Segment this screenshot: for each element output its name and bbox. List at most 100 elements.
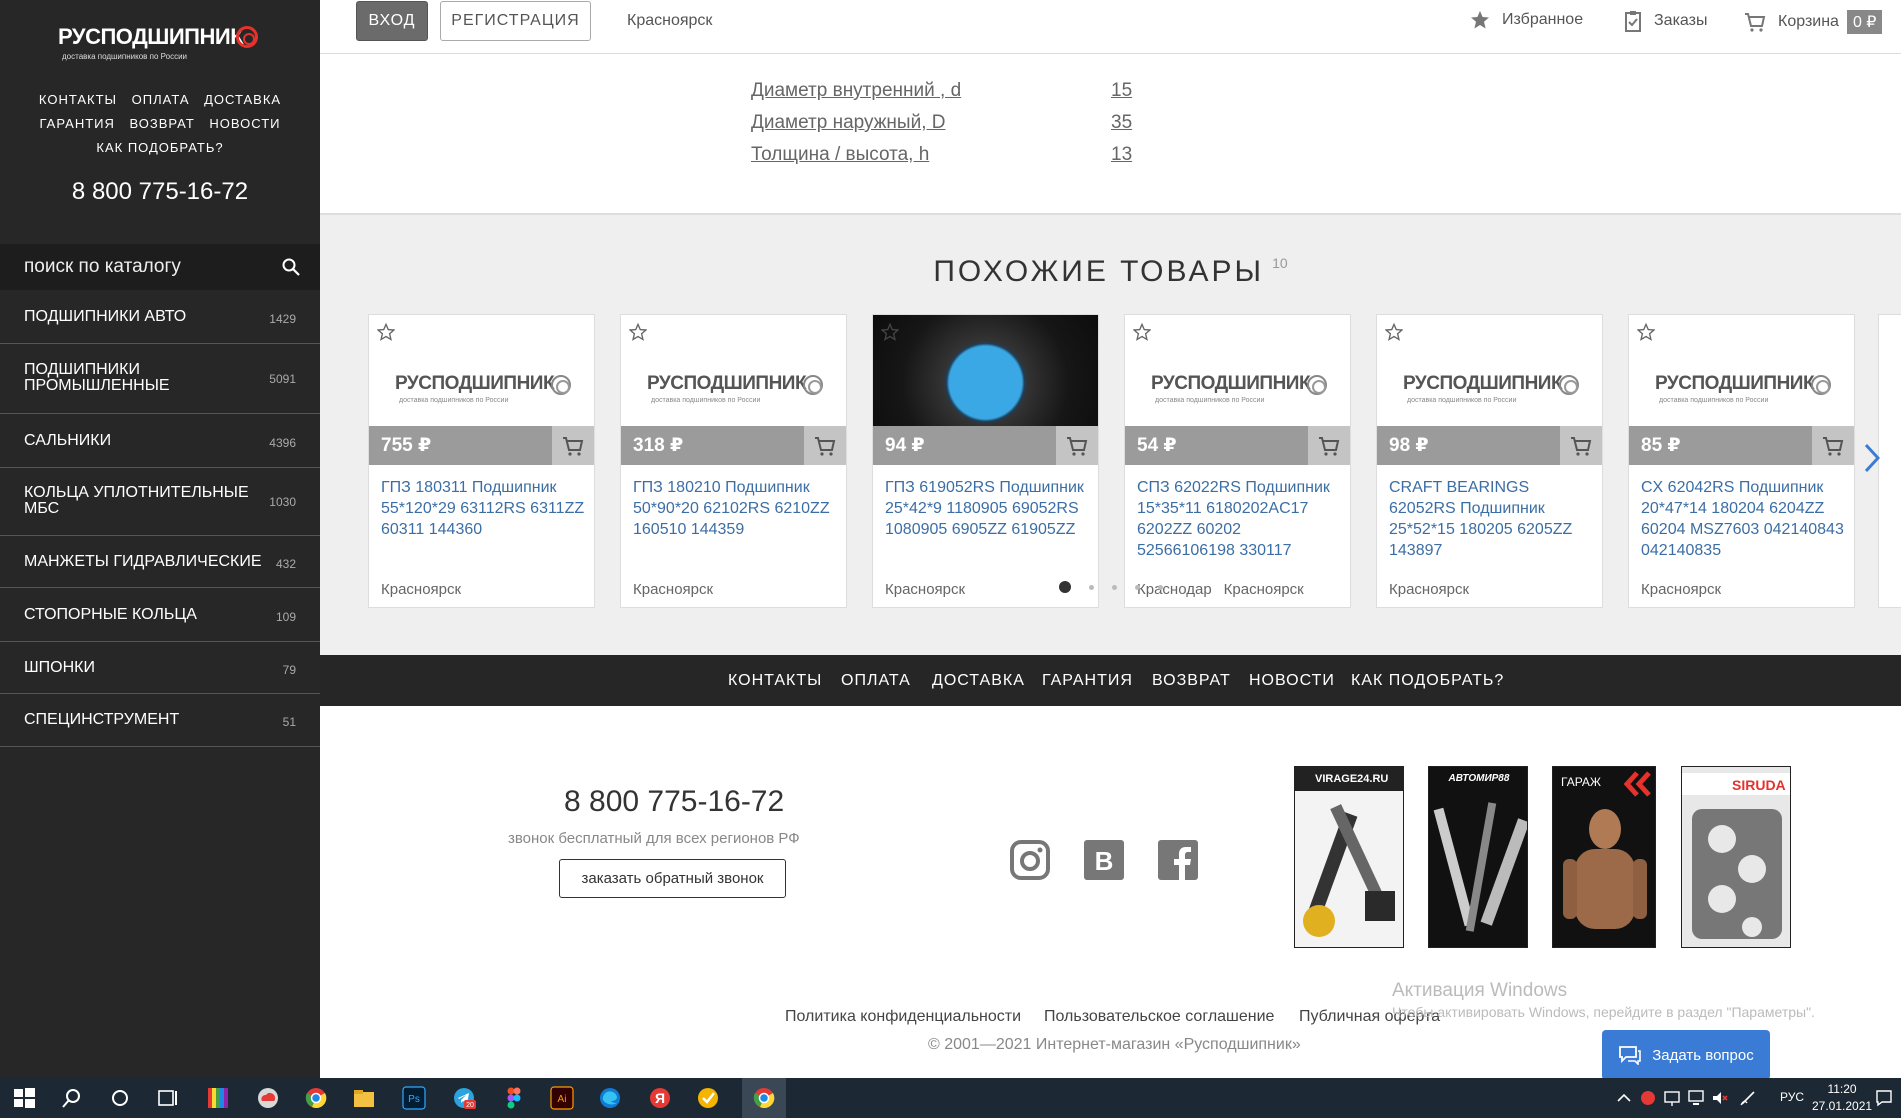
add-to-cart-button[interactable] (1056, 426, 1098, 465)
product-card[interactable]: РУСПОДШИПНИК доставка подшипников по Росс… (1124, 314, 1351, 608)
register-button[interactable]: РЕГИСТРАЦИЯ (440, 1, 591, 41)
edge-icon[interactable] (598, 1086, 622, 1110)
footer-link-payment[interactable]: ОПЛАТА (841, 672, 911, 690)
login-button[interactable]: ВХОД (356, 1, 428, 41)
figma-icon[interactable] (502, 1086, 526, 1110)
product-card[interactable]: РУСПОДШИПНИК доставка подшипников по Росс… (368, 314, 595, 608)
add-to-cart-button[interactable] (552, 426, 594, 465)
spec-value[interactable]: 35 (1111, 112, 1132, 134)
footer-link-warranty[interactable]: ГАРАНТИЯ (1042, 672, 1133, 690)
callback-button[interactable]: заказать обратный звонок (559, 859, 786, 898)
sidebar-phone[interactable]: 8 800 775-16-72 (0, 178, 320, 206)
tray-pen-icon[interactable] (1738, 1088, 1758, 1108)
windows-start-icon[interactable] (12, 1086, 36, 1110)
carousel-dot[interactable] (1088, 585, 1094, 590)
carousel-dot[interactable] (1134, 585, 1140, 590)
product-card[interactable]: РУСПОДШИПНИК доставка подшипников по Росс… (620, 314, 847, 608)
spec-label[interactable]: Диаметр внутренний , d (751, 80, 961, 101)
orders-link[interactable]: Заказы (1624, 10, 1707, 32)
task-view-icon[interactable] (156, 1086, 180, 1110)
color-app-icon[interactable] (206, 1086, 230, 1110)
favorite-star-icon[interactable] (629, 323, 647, 341)
product-title[interactable]: ГПЗ 180210 Подшипник 50*90*20 62102RS 62… (633, 477, 839, 540)
partner-banner-virage24[interactable]: VIRAGE24.RU (1294, 766, 1404, 948)
partner-banner-garazh[interactable]: ГАРАЖ (1552, 766, 1656, 948)
footer-link-contacts[interactable]: КОНТАКТЫ (728, 672, 822, 690)
telegram-icon[interactable]: 20 (452, 1086, 476, 1110)
category-item[interactable]: МАНЖЕТЫ ГИДРАВЛИЧЕСКИЕ 432 (0, 536, 320, 588)
photoshop-icon[interactable]: Ps (402, 1086, 426, 1110)
product-title[interactable]: ГПЗ 180311 Подшипник 55*120*29 63112RS 6… (381, 477, 587, 540)
tray-language[interactable]: РУС (1780, 1090, 1804, 1104)
add-to-cart-button[interactable] (1308, 426, 1350, 465)
cortana-icon[interactable] (108, 1086, 132, 1110)
vk-icon[interactable]: В (1084, 840, 1124, 880)
tray-network-icon[interactable] (1662, 1088, 1682, 1108)
category-item[interactable]: ШПОНКИ 79 (0, 642, 320, 694)
partner-banner-siruda[interactable]: SIRUDA (1681, 766, 1791, 948)
sidebar-link-news[interactable]: НОВОСТИ (209, 116, 280, 131)
spec-label[interactable]: Диаметр наружный, D (751, 112, 945, 133)
sidebar-link-how-to-choose[interactable]: КАК ПОДОБРАТЬ? (96, 140, 223, 155)
sidebar-link-warranty[interactable]: ГАРАНТИЯ (40, 116, 115, 131)
search-icon[interactable] (282, 258, 300, 276)
favorite-star-icon[interactable] (881, 323, 899, 341)
favorite-star-icon[interactable] (1385, 323, 1403, 341)
tray-chevron-up-icon[interactable] (1614, 1088, 1634, 1108)
partner-banner-avtomir[interactable]: АВТОМИР88 (1428, 766, 1528, 948)
add-to-cart-button[interactable] (1560, 426, 1602, 465)
product-card[interactable]: РУСПОДШИПНИК доставка подшипников по Росс… (1628, 314, 1855, 608)
carousel-dot[interactable] (1111, 585, 1117, 590)
add-to-cart-button[interactable] (1812, 426, 1854, 465)
footer-link-delivery[interactable]: ДОСТАВКА (932, 672, 1025, 690)
product-title[interactable]: ГПЗ 619052RS Подшипник 25*42*9 1180905 6… (885, 477, 1091, 540)
product-card[interactable]: ЗАВРО АВТО94 ₽ГПЗ 619052RS Подшипник 25*… (872, 314, 1099, 608)
product-card[interactable]: РУСПОДШИПНИК доставка подшипников по Росс… (1376, 314, 1603, 608)
facebook-icon[interactable] (1158, 840, 1198, 880)
cloud-app-icon[interactable] (256, 1086, 280, 1110)
user-agreement-link[interactable]: Пользовательское соглашение (1044, 1008, 1274, 1026)
ticktick-icon[interactable] (696, 1086, 720, 1110)
spec-value[interactable]: 13 (1111, 144, 1132, 166)
notifications-icon[interactable] (1874, 1088, 1894, 1108)
chrome-icon[interactable] (304, 1086, 328, 1110)
ask-question-button[interactable]: Задать вопрос (1602, 1030, 1770, 1080)
footer-link-how-to-choose[interactable]: КАК ПОДОБРАТЬ? (1351, 672, 1504, 690)
favorite-star-icon[interactable] (377, 323, 395, 341)
tray-display-icon[interactable] (1686, 1088, 1706, 1108)
product-title[interactable]: СПЗ 62022RS Подшипник 15*35*11 6180202AC… (1137, 477, 1343, 561)
category-item[interactable]: СПЕЦИНСТРУМЕНТ 51 (0, 694, 320, 747)
instagram-icon[interactable] (1010, 840, 1050, 880)
cart-link[interactable]: Корзина 0 ₽ (1744, 10, 1883, 34)
taskbar-search-icon[interactable] (60, 1086, 84, 1110)
sidebar-link-delivery[interactable]: ДОСТАВКА (204, 92, 281, 107)
tray-volume-icon[interactable] (1710, 1088, 1730, 1108)
category-item[interactable]: ПОДШИПНИКИ АВТО 1429 (0, 290, 320, 344)
privacy-policy-link[interactable]: Политика конфиденциальности (785, 1008, 1021, 1026)
tray-app-icon[interactable] (1638, 1088, 1658, 1108)
favorite-star-icon[interactable] (1637, 323, 1655, 341)
spec-label[interactable]: Толщина / высота, h (751, 144, 929, 165)
product-card-partial[interactable] (1878, 314, 1901, 608)
sidebar-link-payment[interactable]: ОПЛАТА (132, 92, 190, 107)
favorite-star-icon[interactable] (1133, 323, 1151, 341)
spec-value[interactable]: 15 (1111, 80, 1132, 102)
category-item[interactable]: САЛЬНИКИ 4396 (0, 414, 320, 468)
sidebar-link-return[interactable]: ВОЗВРАТ (130, 116, 195, 131)
carousel-dot[interactable] (1058, 581, 1071, 593)
category-item[interactable]: СТОПОРНЫЕ КОЛЬЦА 109 (0, 588, 320, 642)
chevron-right-icon[interactable] (1864, 443, 1880, 473)
sidebar-link-contacts[interactable]: КОНТАКТЫ (39, 92, 117, 107)
footer-link-news[interactable]: НОВОСТИ (1249, 672, 1335, 690)
tray-clock[interactable]: 11:20 27.01.2021 (1812, 1081, 1872, 1115)
illustrator-icon[interactable]: Ai (550, 1086, 574, 1110)
city-selector[interactable]: Красноярск (627, 12, 712, 30)
catalog-search-input[interactable] (0, 244, 270, 290)
product-title[interactable]: CX 62042RS Подшипник 20*47*14 180204 620… (1641, 477, 1847, 561)
favorites-link[interactable]: Избранное (1470, 10, 1583, 30)
category-item[interactable]: ПОДШИПНИКИ ПРОМЫШЛЕННЫЕ 5091 (0, 344, 320, 414)
footer-phone[interactable]: 8 800 775-16-72 (564, 785, 784, 819)
site-logo[interactable]: РУСПОДШИПНИК доставка подшипников по Рос… (58, 24, 264, 64)
yandex-browser-icon[interactable]: Я (648, 1086, 672, 1110)
product-title[interactable]: CRAFT BEARINGS 62052RS Подшипник 25*52*1… (1389, 477, 1595, 561)
